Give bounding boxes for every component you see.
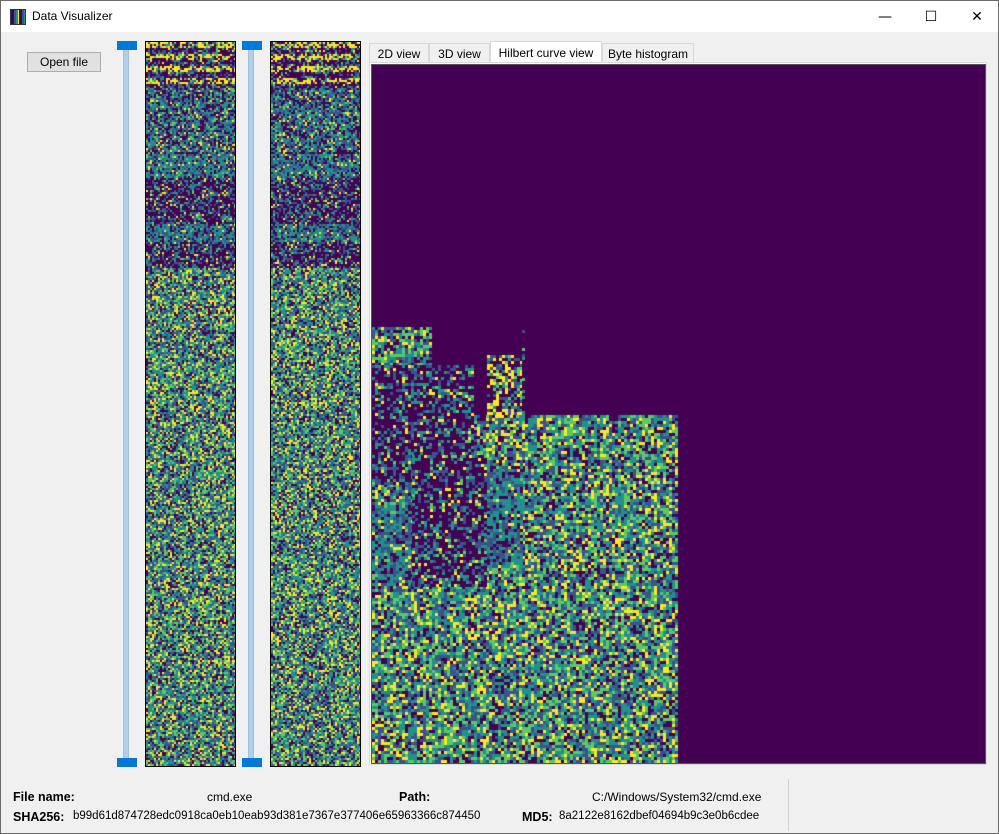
detail-range-slider[interactable] <box>242 41 262 767</box>
slider-track <box>123 41 129 767</box>
hilbert-tab-pane <box>369 62 987 765</box>
tab-hilbert-curve-view[interactable]: Hilbert curve view <box>490 41 602 63</box>
minimize-button[interactable]: — <box>862 1 908 32</box>
title-bar[interactable]: Data Visualizer — ☐ ✕ <box>1 1 998 32</box>
window-title: Data Visualizer <box>32 9 113 23</box>
info-separator <box>788 779 789 831</box>
maximize-button[interactable]: ☐ <box>908 1 954 32</box>
slider-bottom-handle[interactable] <box>117 758 137 767</box>
slider-top-handle[interactable] <box>242 41 262 50</box>
tab-byte-histogram[interactable]: Byte histogram <box>602 43 694 63</box>
overview-strip[interactable] <box>145 41 236 767</box>
detail-strip-canvas <box>271 42 360 766</box>
path-label: Path: <box>399 790 431 804</box>
sha256-label: SHA256: <box>13 810 65 824</box>
file-name-label: File name: <box>13 790 75 804</box>
open-file-button[interactable]: Open file <box>27 52 101 72</box>
overview-range-slider[interactable] <box>117 41 137 767</box>
hilbert-curve-plot[interactable] <box>371 64 986 764</box>
tab-3d-view[interactable]: 3D view <box>429 43 490 63</box>
slider-bottom-handle[interactable] <box>242 758 262 767</box>
app-icon <box>10 9 26 25</box>
overview-strip-canvas <box>146 42 235 766</box>
slider-track <box>248 41 254 767</box>
md5-label: MD5: <box>522 810 553 824</box>
detail-strip[interactable] <box>270 41 361 767</box>
md5-value: 8a2122e8162dbef04694b9c3e0b6cdee <box>559 810 760 822</box>
slider-top-handle[interactable] <box>117 41 137 50</box>
close-button[interactable]: ✕ <box>954 1 999 32</box>
tab-2d-view[interactable]: 2D view <box>369 43 429 63</box>
path-value: C:/Windows/System32/cmd.exe <box>592 790 762 804</box>
hilbert-curve-canvas <box>372 65 985 763</box>
sha256-value: b99d61d874728edc0918ca0eb10eab93d381e736… <box>73 810 481 822</box>
app-window: Data Visualizer — ☐ ✕ Open file 2D view … <box>0 0 999 834</box>
file-name-value: cmd.exe <box>207 790 253 804</box>
